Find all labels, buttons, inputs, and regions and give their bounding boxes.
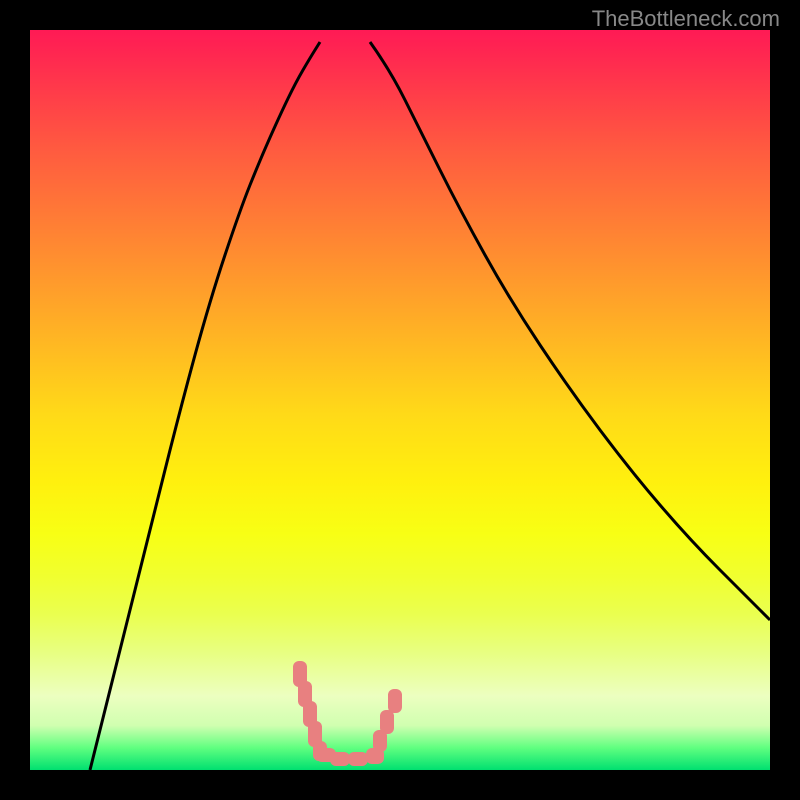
- bottleneck-curve: [30, 30, 770, 770]
- chart-frame: [30, 30, 770, 770]
- watermark-text: TheBottleneck.com: [592, 6, 780, 32]
- data-marker: [380, 710, 394, 734]
- data-marker: [388, 689, 402, 713]
- data-marker: [348, 752, 368, 766]
- data-marker: [330, 752, 350, 766]
